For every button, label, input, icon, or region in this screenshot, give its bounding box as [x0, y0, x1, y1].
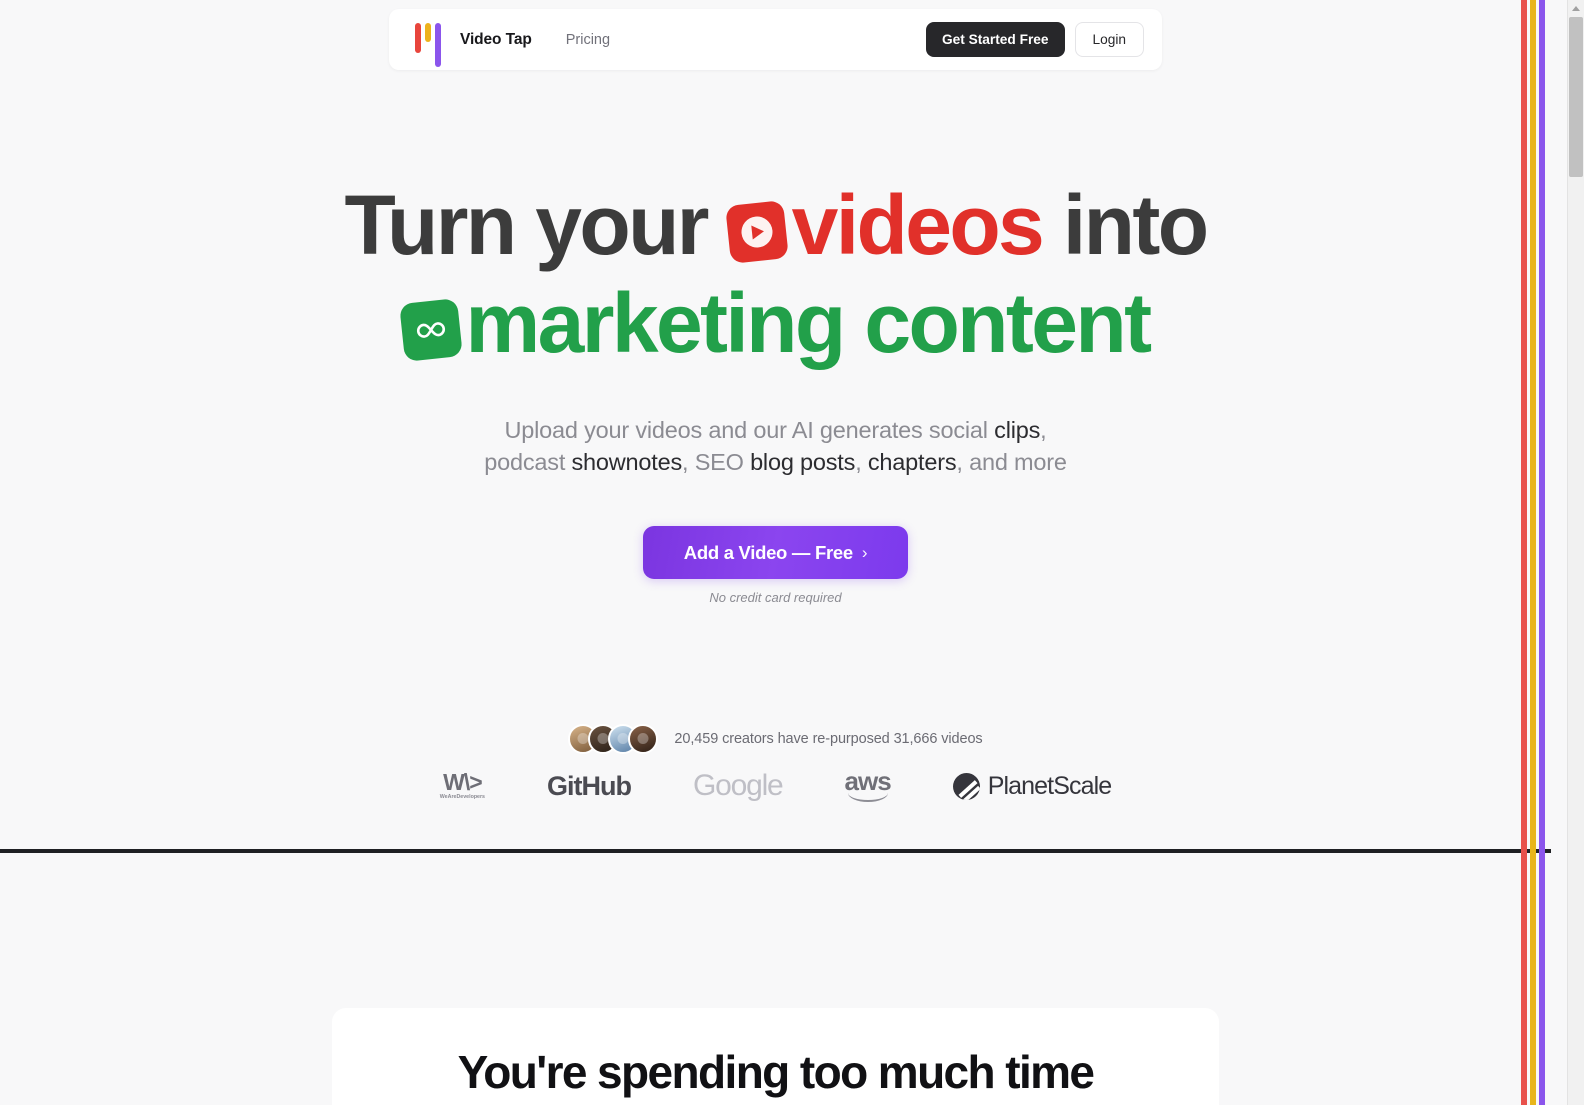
infinity-icon — [398, 298, 463, 362]
subhead-text-d: , SEO — [682, 449, 751, 475]
scrollbar-thumb[interactable] — [1569, 17, 1583, 177]
subhead-text-e: , — [855, 449, 868, 475]
aws-wordmark: aws — [844, 766, 892, 796]
logo-bar-purple — [435, 22, 441, 67]
add-a-video-label: Add a Video — Free — [683, 541, 853, 563]
headline-text-marketing-content: marketing content — [465, 276, 1153, 370]
video-tap-logo-icon — [415, 17, 447, 67]
subhead-emphasis-shownotes: shownotes — [571, 449, 683, 475]
hero-headline-line-1: Turn your videos into — [0, 176, 1551, 274]
problem-section-title: You're spending too much time — [457, 1046, 1095, 1098]
aws-swoosh-icon — [847, 793, 888, 802]
logo-github: GitHub — [547, 770, 632, 801]
logo-planetscale: PlanetScale — [952, 771, 1112, 801]
brand-logo-group[interactable]: Video Tap — [415, 17, 532, 67]
chevron-right-icon: › — [861, 542, 868, 562]
no-credit-card-note: No credit card required — [709, 590, 842, 605]
decor-stripe-purple — [1539, 0, 1545, 1105]
hero-section: Turn your videos into marketing content … — [0, 176, 1551, 605]
infinity-icon-glyph — [416, 322, 445, 338]
customer-logo-row: W\> WeAreDevelopers GitHub Google aws Pl… — [0, 762, 1551, 810]
problem-section: You're spending too much time — [0, 853, 1551, 1105]
youtube-play-icon — [724, 200, 789, 264]
logo-google: Google — [693, 769, 784, 802]
subhead-emphasis-clips: clips — [994, 417, 1041, 443]
youtube-icon-triangle — [751, 224, 765, 240]
hero-cta-wrapper: Add a Video — Free › No credit card requ… — [0, 526, 1551, 605]
weare-developers-subtext: WeAreDevelopers — [439, 794, 486, 800]
subhead-text-b: , — [1040, 417, 1047, 443]
planetscale-wordmark: PlanetScale — [987, 771, 1112, 800]
browser-viewport: Video Tap Pricing Get Started Free Login… — [0, 0, 1584, 1105]
subhead-emphasis-blog-posts: blog posts — [750, 449, 856, 475]
problem-section-card: You're spending too much time — [332, 1008, 1219, 1105]
logo-bar-yellow — [425, 22, 431, 42]
headline-text-into: into — [1062, 178, 1209, 272]
weare-developers-mark: W\> — [443, 769, 483, 795]
add-a-video-button[interactable]: Add a Video — Free › — [643, 526, 908, 579]
subhead-text-f: , and more — [956, 449, 1067, 475]
headline-text-videos: videos — [791, 178, 1045, 272]
social-proof-text: 20,459 creators have re-purposed 31,666 … — [674, 731, 983, 747]
page-content: Video Tap Pricing Get Started Free Login… — [0, 0, 1551, 1105]
social-proof-row: 20,459 creators have re-purposed 31,666 … — [0, 724, 1551, 754]
chevron-up-icon — [1572, 6, 1580, 11]
vertical-scrollbar[interactable] — [1567, 0, 1584, 1105]
nav-link-pricing[interactable]: Pricing — [566, 32, 610, 48]
logo-aws: aws — [844, 766, 892, 802]
creator-avatar-group — [568, 724, 659, 754]
headline-text-turn-your: Turn your — [344, 178, 710, 272]
avatar — [628, 724, 659, 754]
site-header: Video Tap Pricing Get Started Free Login — [389, 9, 1162, 70]
subheadline-line-1: Upload your videos and our AI generates … — [0, 414, 1551, 446]
subhead-text-c: podcast — [484, 449, 572, 475]
hero-subheadline: Upload your videos and our AI generates … — [0, 414, 1551, 478]
subheadline-line-2: podcast shownotes, SEO blog posts, chapt… — [0, 446, 1551, 478]
decor-stripe-red — [1521, 0, 1527, 1105]
logo-bar-red — [415, 22, 421, 53]
scrollbar-up-arrow-icon[interactable] — [1568, 0, 1584, 17]
logo-weare-developers: W\> WeAreDevelopers — [439, 769, 486, 801]
decor-stripe-yellow — [1530, 0, 1536, 1105]
hero-headline-line-2: marketing content — [0, 274, 1551, 372]
login-button[interactable]: Login — [1074, 22, 1144, 57]
planetscale-mark-icon — [952, 772, 980, 800]
get-started-free-button[interactable]: Get Started Free — [926, 22, 1065, 57]
brand-name: Video Tap — [460, 30, 532, 48]
subhead-text-a: Upload your videos and our AI generates … — [504, 417, 995, 443]
subhead-emphasis-chapters: chapters — [867, 449, 957, 475]
